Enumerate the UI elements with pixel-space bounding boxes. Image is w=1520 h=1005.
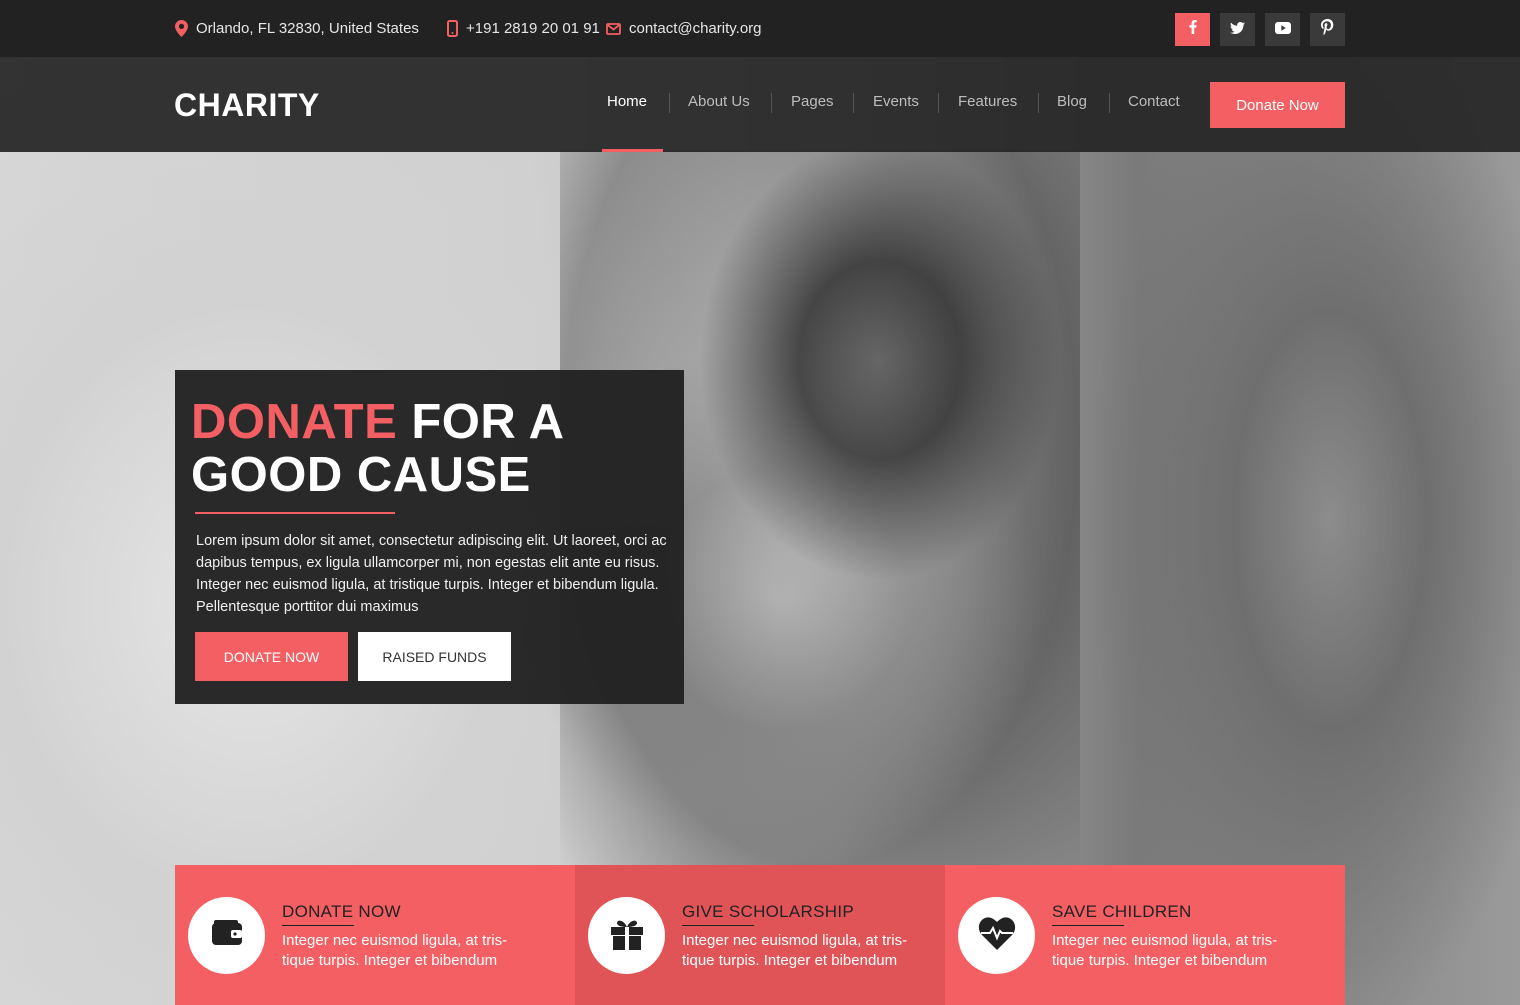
nav-donate-now-button[interactable]: Donate Now [1210, 82, 1345, 128]
hero-description: Lorem ipsum dolor sit amet, consectetur … [196, 533, 667, 615]
feature-text: Integer nec euismod ligula, at tris-tiqu… [682, 932, 908, 969]
phone-text: +191 2819 20 01 91 [466, 20, 600, 37]
nav-separator [669, 93, 670, 113]
feature-save-children[interactable]: SAVE CHILDREN Integer nec euismod ligula… [945, 865, 1345, 1005]
hero-title-accent: DONATE [191, 395, 398, 449]
pinterest-icon [1321, 19, 1334, 40]
nav-separator [853, 93, 854, 113]
main-navbar: CHARITY Home About Us Pages Events Featu… [0, 57, 1520, 152]
nav-item-pages[interactable]: Pages [791, 93, 834, 110]
feature-icon-circle [588, 897, 665, 974]
nav-item-about-us[interactable]: About Us [688, 93, 750, 110]
email-text: contact@charity.org [629, 20, 762, 37]
hero-title: DONATE FOR A GOOD CAUSE [191, 396, 564, 502]
hero-title-underline [195, 512, 395, 514]
facebook-icon [1189, 20, 1197, 39]
wallet-icon [211, 920, 243, 951]
feature-title-underline [682, 925, 754, 926]
email-item[interactable]: contact@charity.org [606, 0, 762, 57]
youtube-icon [1274, 21, 1291, 39]
address-text: Orlando, FL 32830, United States [196, 20, 419, 37]
feature-title-underline [1052, 925, 1124, 926]
active-nav-indicator [602, 149, 663, 152]
nav-item-events[interactable]: Events [873, 93, 919, 110]
nav-separator [938, 93, 939, 113]
hero-title-line2: GOOD CAUSE [191, 448, 531, 502]
feature-title: DONATE NOW [282, 902, 401, 921]
top-info-bar: Orlando, FL 32830, United States +191 28… [0, 0, 1520, 57]
feature-icon-circle [958, 897, 1035, 974]
address-item: Orlando, FL 32830, United States [175, 0, 419, 57]
feature-icon-circle [188, 897, 265, 974]
hero-card: DONATE FOR A GOOD CAUSE Lorem ipsum dolo… [175, 370, 684, 704]
feature-title-underline [282, 925, 354, 926]
twitter-link[interactable] [1220, 13, 1255, 46]
feature-give-scholarship[interactable]: GIVE SCHOLARSHIP Integer nec euismod lig… [575, 865, 945, 1005]
feature-text: Integer nec euismod ligula, at tris-tiqu… [1052, 932, 1278, 969]
feature-donate-now[interactable]: DONATE NOW Integer nec euismod ligula, a… [175, 865, 575, 1005]
site-logo[interactable]: CHARITY [174, 87, 320, 124]
twitter-icon [1230, 21, 1245, 39]
heartbeat-icon [978, 916, 1016, 955]
envelope-icon [606, 22, 621, 35]
mobile-phone-icon [447, 20, 458, 37]
youtube-link[interactable] [1265, 13, 1300, 46]
nav-item-features[interactable]: Features [958, 93, 1017, 110]
feature-text: Integer nec euismod ligula, at tris-tiqu… [282, 932, 508, 969]
hero-donate-now-button[interactable]: DONATE NOW [195, 632, 348, 681]
feature-title: SAVE CHILDREN [1052, 902, 1192, 921]
nav-separator [1038, 93, 1039, 113]
pinterest-link[interactable] [1310, 13, 1345, 46]
nav-separator [1109, 93, 1110, 113]
map-pin-icon [175, 20, 188, 37]
nav-item-blog[interactable]: Blog [1057, 93, 1087, 110]
nav-item-home[interactable]: Home [607, 93, 647, 110]
facebook-link[interactable] [1175, 13, 1210, 46]
hero-raised-funds-button[interactable]: RAISED FUNDS [358, 632, 511, 681]
feature-title: GIVE SCHOLARSHIP [682, 902, 855, 921]
hero-title-line1: FOR A [397, 395, 565, 449]
phone-item[interactable]: +191 2819 20 01 91 [447, 0, 600, 57]
nav-item-contact[interactable]: Contact [1128, 93, 1180, 110]
gift-icon [609, 916, 645, 955]
nav-separator [771, 93, 772, 113]
